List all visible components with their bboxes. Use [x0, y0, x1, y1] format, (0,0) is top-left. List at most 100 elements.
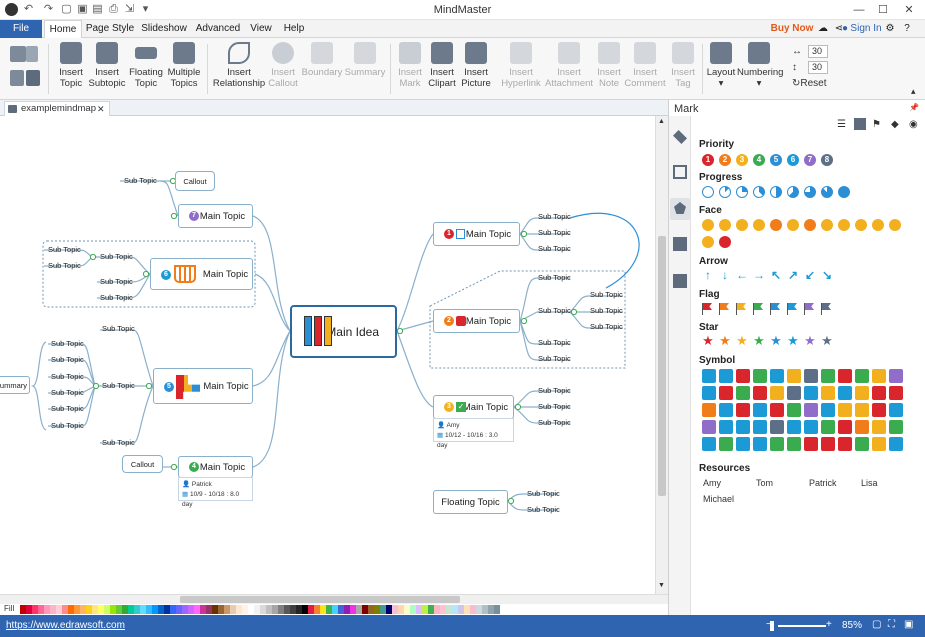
priority-3-icon[interactable]: 3: [736, 154, 748, 166]
insert-topic-button[interactable]: Insert Topic: [54, 42, 88, 89]
symbol-icon[interactable]: [787, 420, 801, 434]
horizontal-scrollbar[interactable]: [0, 594, 668, 604]
color-swatch[interactable]: [494, 605, 500, 614]
summary-node[interactable]: Summary: [0, 376, 30, 394]
sub-topic[interactable]: Sub Topic: [48, 261, 81, 270]
symbol-icon[interactable]: [753, 403, 767, 417]
symbol-icon[interactable]: [821, 437, 835, 451]
summary-button[interactable]: Summary: [344, 42, 386, 78]
symbol-icon[interactable]: [804, 369, 818, 383]
sub-topic[interactable]: Sub Topic: [100, 293, 133, 302]
sub-topic[interactable]: Sub Topic: [51, 404, 84, 413]
grid-view-icon[interactable]: [854, 118, 866, 130]
symbol-icon[interactable]: [736, 420, 750, 434]
arrow-icon[interactable]: ↓: [719, 269, 731, 281]
resource-tom[interactable]: Tom: [756, 478, 773, 488]
sign-in-link[interactable]: Sign In: [850, 20, 882, 38]
sub-topic[interactable]: Sub Topic: [100, 252, 133, 261]
sub-topic[interactable]: Sub Topic: [538, 354, 571, 363]
main-topic-2[interactable]: 2 Main Topic: [433, 309, 520, 333]
sub-topic[interactable]: Sub Topic: [538, 273, 571, 282]
format-painter-icon[interactable]: [10, 46, 26, 62]
symbol-icon[interactable]: [838, 420, 852, 434]
flag-icon[interactable]: [753, 303, 765, 315]
face-icon[interactable]: [736, 219, 748, 231]
arrow-icon[interactable]: ↘: [821, 269, 833, 281]
progress-pie-icon[interactable]: [736, 186, 748, 198]
progress-pie-icon[interactable]: [821, 186, 833, 198]
symbol-icon[interactable]: [821, 403, 835, 417]
symbol-icon[interactable]: [787, 386, 801, 400]
face-icon[interactable]: [804, 219, 816, 231]
star-icon[interactable]: ★: [719, 334, 731, 347]
progress-pie-icon[interactable]: [787, 186, 799, 198]
maximize-icon[interactable]: ☐: [874, 2, 892, 18]
symbol-icon[interactable]: [787, 403, 801, 417]
symbol-icon[interactable]: [702, 437, 716, 451]
symbol-icon[interactable]: [804, 437, 818, 451]
star-icon[interactable]: ★: [821, 334, 833, 347]
symbol-icon[interactable]: [838, 386, 852, 400]
multiple-topics-button[interactable]: Multiple Topics: [166, 42, 202, 89]
main-topic-3[interactable]: 3 ✓ Main Topic: [433, 395, 514, 419]
flag-icon[interactable]: [787, 303, 799, 315]
mindmap-canvas[interactable]: Main Idea 1 Main Topic Sub Topic Sub Top…: [0, 116, 655, 594]
symbol-icon[interactable]: [736, 437, 750, 451]
priority-2-icon[interactable]: 2: [719, 154, 731, 166]
symbol-icon[interactable]: [702, 403, 716, 417]
flag-icon[interactable]: [719, 303, 731, 315]
symbol-icon[interactable]: [855, 420, 869, 434]
sub-topic[interactable]: Sub Topic: [538, 306, 571, 315]
face-icon[interactable]: [787, 219, 799, 231]
pin-panel-icon[interactable]: 📌: [909, 103, 919, 112]
symbol-icon[interactable]: [804, 420, 818, 434]
face-icon[interactable]: [838, 219, 850, 231]
callout-node[interactable]: Callout: [122, 455, 163, 473]
main-topic-4[interactable]: 4 Main Topic: [178, 456, 253, 478]
resource-lisa[interactable]: Lisa: [861, 478, 878, 488]
progress-pie-icon[interactable]: [753, 186, 765, 198]
star-icon[interactable]: ★: [804, 334, 816, 347]
priority-7-icon[interactable]: 7: [804, 154, 816, 166]
fit-page-icon[interactable]: ▢: [872, 619, 881, 630]
sub-topic[interactable]: Sub Topic: [590, 306, 623, 315]
sub-topic[interactable]: Sub Topic: [538, 228, 571, 237]
floating-topic-button[interactable]: Floating Topic: [128, 42, 164, 89]
symbol-icon[interactable]: [702, 369, 716, 383]
symbol-icon[interactable]: [753, 437, 767, 451]
arrow-icon[interactable]: ↑: [702, 269, 714, 281]
star-icon[interactable]: ★: [787, 334, 799, 347]
sub-topic[interactable]: Sub Topic: [538, 386, 571, 395]
symbol-icon[interactable]: [702, 420, 716, 434]
present-icon[interactable]: ▣: [904, 619, 913, 630]
numbering-button[interactable]: Numbering ▾: [737, 42, 783, 89]
sub-topic[interactable]: Sub Topic: [527, 505, 560, 514]
scroll-up-icon[interactable]: ▲: [658, 118, 665, 125]
symbol-icon[interactable]: [889, 386, 903, 400]
insert-relationship-button[interactable]: Insert Relationship: [212, 42, 266, 89]
symbol-icon[interactable]: [855, 437, 869, 451]
symbol-icon[interactable]: [736, 403, 750, 417]
sub-topic[interactable]: Sub Topic: [590, 290, 623, 299]
priority-5-icon[interactable]: 5: [770, 154, 782, 166]
sub-topic[interactable]: Sub Topic: [51, 421, 84, 430]
symbol-icon[interactable]: [855, 386, 869, 400]
symbol-icon[interactable]: [719, 437, 733, 451]
face-icon[interactable]: [719, 219, 731, 231]
symbol-icon[interactable]: [872, 403, 886, 417]
symbol-icon[interactable]: [719, 420, 733, 434]
copy-icon[interactable]: [10, 70, 24, 86]
reset-button[interactable]: ↻Reset: [792, 78, 827, 89]
priority-8-icon[interactable]: 8: [821, 154, 833, 166]
insert-tag-button[interactable]: Insert Tag: [667, 42, 699, 89]
symbol-icon[interactable]: [804, 403, 818, 417]
people-view-icon[interactable]: ⚑: [872, 119, 881, 130]
sub-topic[interactable]: Sub Topic: [538, 402, 571, 411]
symbol-icon[interactable]: [770, 369, 784, 383]
horizontal-spacing-input[interactable]: 30: [808, 45, 828, 58]
progress-pie-icon[interactable]: [770, 186, 782, 198]
face-icon[interactable]: [872, 219, 884, 231]
progress-pie-icon[interactable]: [719, 186, 731, 198]
symbol-icon[interactable]: [770, 386, 784, 400]
symbol-icon[interactable]: [770, 403, 784, 417]
